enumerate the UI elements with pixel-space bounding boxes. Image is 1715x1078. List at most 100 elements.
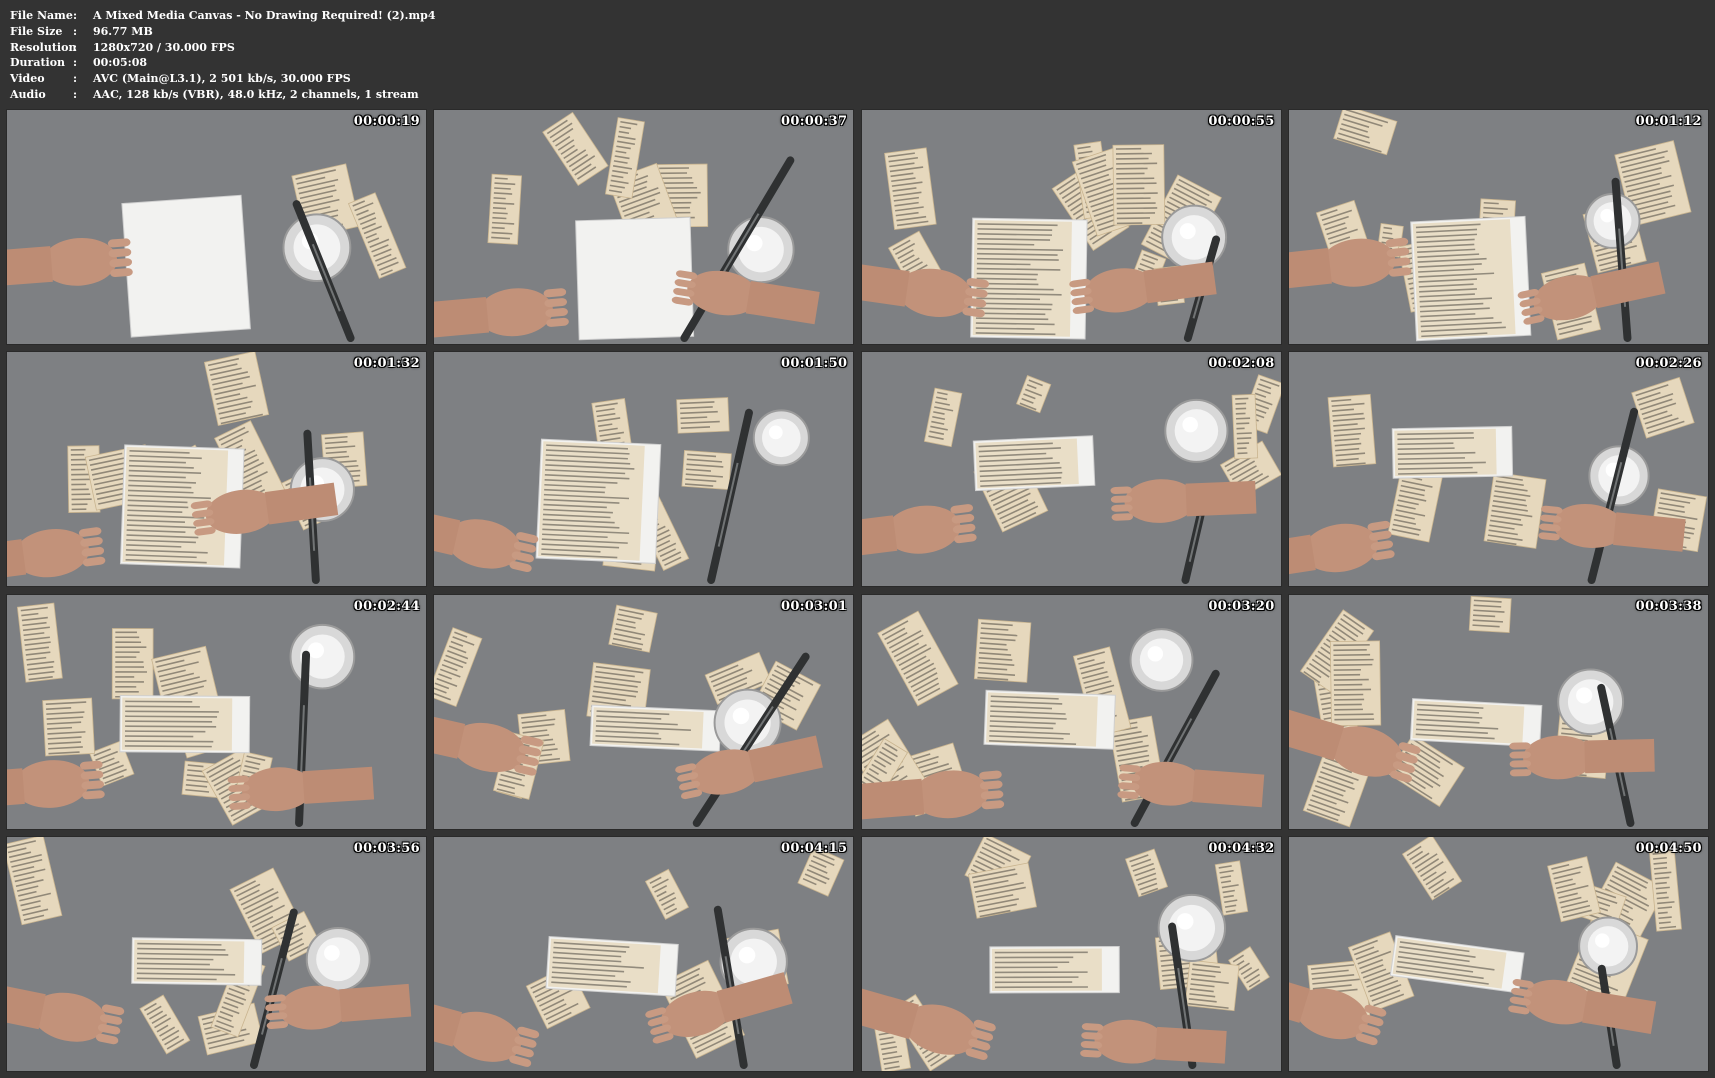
file-info-panel: File Name : A Mixed Media Canvas - No Dr…: [10, 8, 436, 103]
paper-scrap: [1483, 471, 1547, 550]
thumbnail-scene: [1288, 594, 1708, 829]
paper-scrap: [608, 604, 659, 653]
info-separator: :: [73, 24, 78, 38]
video-thumbnail[interactable]: 00:01:12: [1287, 109, 1709, 345]
glue-jar: [1129, 627, 1194, 692]
info-label: File Name: [10, 9, 73, 22]
canvas-box: [969, 217, 1088, 340]
paper-scrap: [42, 697, 95, 756]
glue-jar: [289, 623, 356, 690]
paper-scrap: [1231, 394, 1258, 460]
timestamp-label: 00:02:44: [353, 598, 420, 614]
canvas-box: [131, 937, 263, 986]
paper-scrap: [973, 618, 1031, 683]
info-row-file-name: File Name : A Mixed Media Canvas - No Dr…: [10, 8, 436, 24]
info-value: 96.77 MB: [93, 24, 153, 38]
paper-scrap: [111, 627, 154, 699]
timestamp-label: 00:03:20: [1208, 598, 1275, 614]
info-value: AVC (Main@L3.1), 2 501 kb/s, 30.000 FPS: [93, 72, 351, 86]
paper-scrap: [1112, 144, 1165, 226]
canvas-box: [983, 689, 1116, 750]
info-label: Audio: [10, 87, 46, 101]
timestamp-label: 00:02:08: [1208, 356, 1275, 372]
video-thumbnail[interactable]: 00:00:55: [860, 109, 1282, 345]
thumbnail-grid: 00:00:19 00:00:37 00:00:55 00:01:12 00:01:32…: [6, 109, 1709, 1072]
glue-jar: [1584, 193, 1641, 249]
timestamp-label: 00:01:32: [353, 356, 420, 372]
info-separator: :: [73, 72, 78, 86]
thumbnail-scene: [861, 836, 1281, 1071]
timestamp-label: 00:03:38: [1635, 598, 1702, 614]
video-thumbnail[interactable]: 00:00:37: [433, 109, 855, 345]
timestamp-label: 00:01:12: [1635, 114, 1702, 129]
thumbnail-scene: [434, 836, 854, 1071]
thumbnail-scene: [434, 110, 854, 344]
info-separator: :: [73, 40, 78, 54]
timestamp-label: 00:02:26: [1635, 356, 1702, 372]
info-row-resolution: Resolution : 1280x720 / 30.000 FPS: [10, 40, 436, 56]
video-thumbnail[interactable]: 00:04:32: [860, 835, 1282, 1072]
canvas-box: [545, 935, 680, 997]
thumbnail-scene: [1288, 352, 1708, 587]
info-value: AAC, 128 kb/s (VBR), 48.0 kHz, 2 channel…: [93, 87, 419, 101]
video-thumbnail[interactable]: 00:03:20: [860, 593, 1282, 830]
info-row-file-size: File Size : 96.77 MB: [10, 24, 436, 40]
info-label: Resolution: [10, 40, 77, 54]
thumbnail-scene: [861, 110, 1281, 344]
glue-jar: [305, 926, 371, 992]
glue-jar: [1557, 668, 1624, 735]
video-thumbnail[interactable]: 00:01:32: [6, 351, 427, 588]
canvas-box: [119, 694, 251, 753]
info-label: File Size: [10, 24, 63, 38]
canvas-box: [1410, 215, 1532, 342]
canvas-box: [121, 194, 251, 338]
timestamp-label: 00:04:32: [1208, 840, 1275, 856]
video-thumbnail[interactable]: 00:02:44: [6, 593, 427, 830]
canvas-box: [988, 945, 1120, 994]
timestamp-label: 00:01:50: [781, 356, 848, 372]
timestamp-label: 00:00:55: [1208, 114, 1275, 129]
video-thumbnail[interactable]: 00:03:01: [433, 593, 855, 830]
thumbnail-scene: [434, 352, 854, 587]
thumbnail-scene: [861, 594, 1281, 829]
canvas-box: [1391, 426, 1514, 480]
thumbnail-scene: [7, 352, 426, 587]
thumbnail-scene: [7, 594, 426, 829]
timestamp-label: 00:04:50: [1635, 840, 1702, 856]
paper-scrap: [1327, 394, 1377, 468]
canvas-box: [589, 704, 722, 752]
thumbnail-scene: [1288, 110, 1708, 344]
timestamp-label: 00:00:19: [353, 114, 420, 129]
canvas-box: [575, 216, 695, 341]
thumbnail-scene: [434, 594, 854, 829]
video-thumbnail[interactable]: 00:02:08: [860, 351, 1282, 588]
video-thumbnail[interactable]: 00:04:50: [1287, 835, 1709, 1072]
video-thumbnail[interactable]: 00:01:50: [433, 351, 855, 588]
paper-scrap: [487, 173, 523, 245]
timestamp-label: 00:03:56: [353, 840, 420, 856]
video-thumbnail[interactable]: 00:03:56: [6, 835, 427, 1072]
thumbnail-scene: [7, 836, 426, 1071]
info-label: Video: [10, 72, 45, 86]
timestamp-label: 00:04:15: [781, 840, 848, 856]
video-thumbnail[interactable]: 00:04:15: [433, 835, 855, 1072]
timestamp-label: 00:03:01: [781, 598, 848, 614]
glue-jar: [753, 409, 811, 467]
paper-scrap: [1468, 595, 1512, 633]
thumbnail-scene: [1288, 836, 1708, 1071]
glue-jar: [1578, 916, 1638, 977]
info-row-video: Video : AVC (Main@L3.1), 2 501 kb/s, 30.…: [10, 71, 436, 87]
thumbnail-scene: [7, 110, 426, 344]
paper-scrap: [676, 397, 730, 434]
info-separator: :: [73, 87, 78, 101]
info-row-audio: Audio : AAC, 128 kb/s (VBR), 48.0 kHz, 2…: [10, 87, 436, 103]
info-separator: :: [73, 56, 78, 70]
info-label: Duration: [10, 56, 66, 70]
paper-scrap: [1329, 640, 1382, 726]
video-thumbnail[interactable]: 00:02:26: [1287, 351, 1709, 588]
glue-jar: [1163, 399, 1229, 464]
video-thumbnail[interactable]: 00:00:19: [6, 109, 427, 345]
paper-scrap: [681, 450, 733, 491]
info-value: A Mixed Media Canvas - No Drawing Requir…: [93, 9, 436, 22]
video-thumbnail[interactable]: 00:03:38: [1287, 593, 1709, 830]
